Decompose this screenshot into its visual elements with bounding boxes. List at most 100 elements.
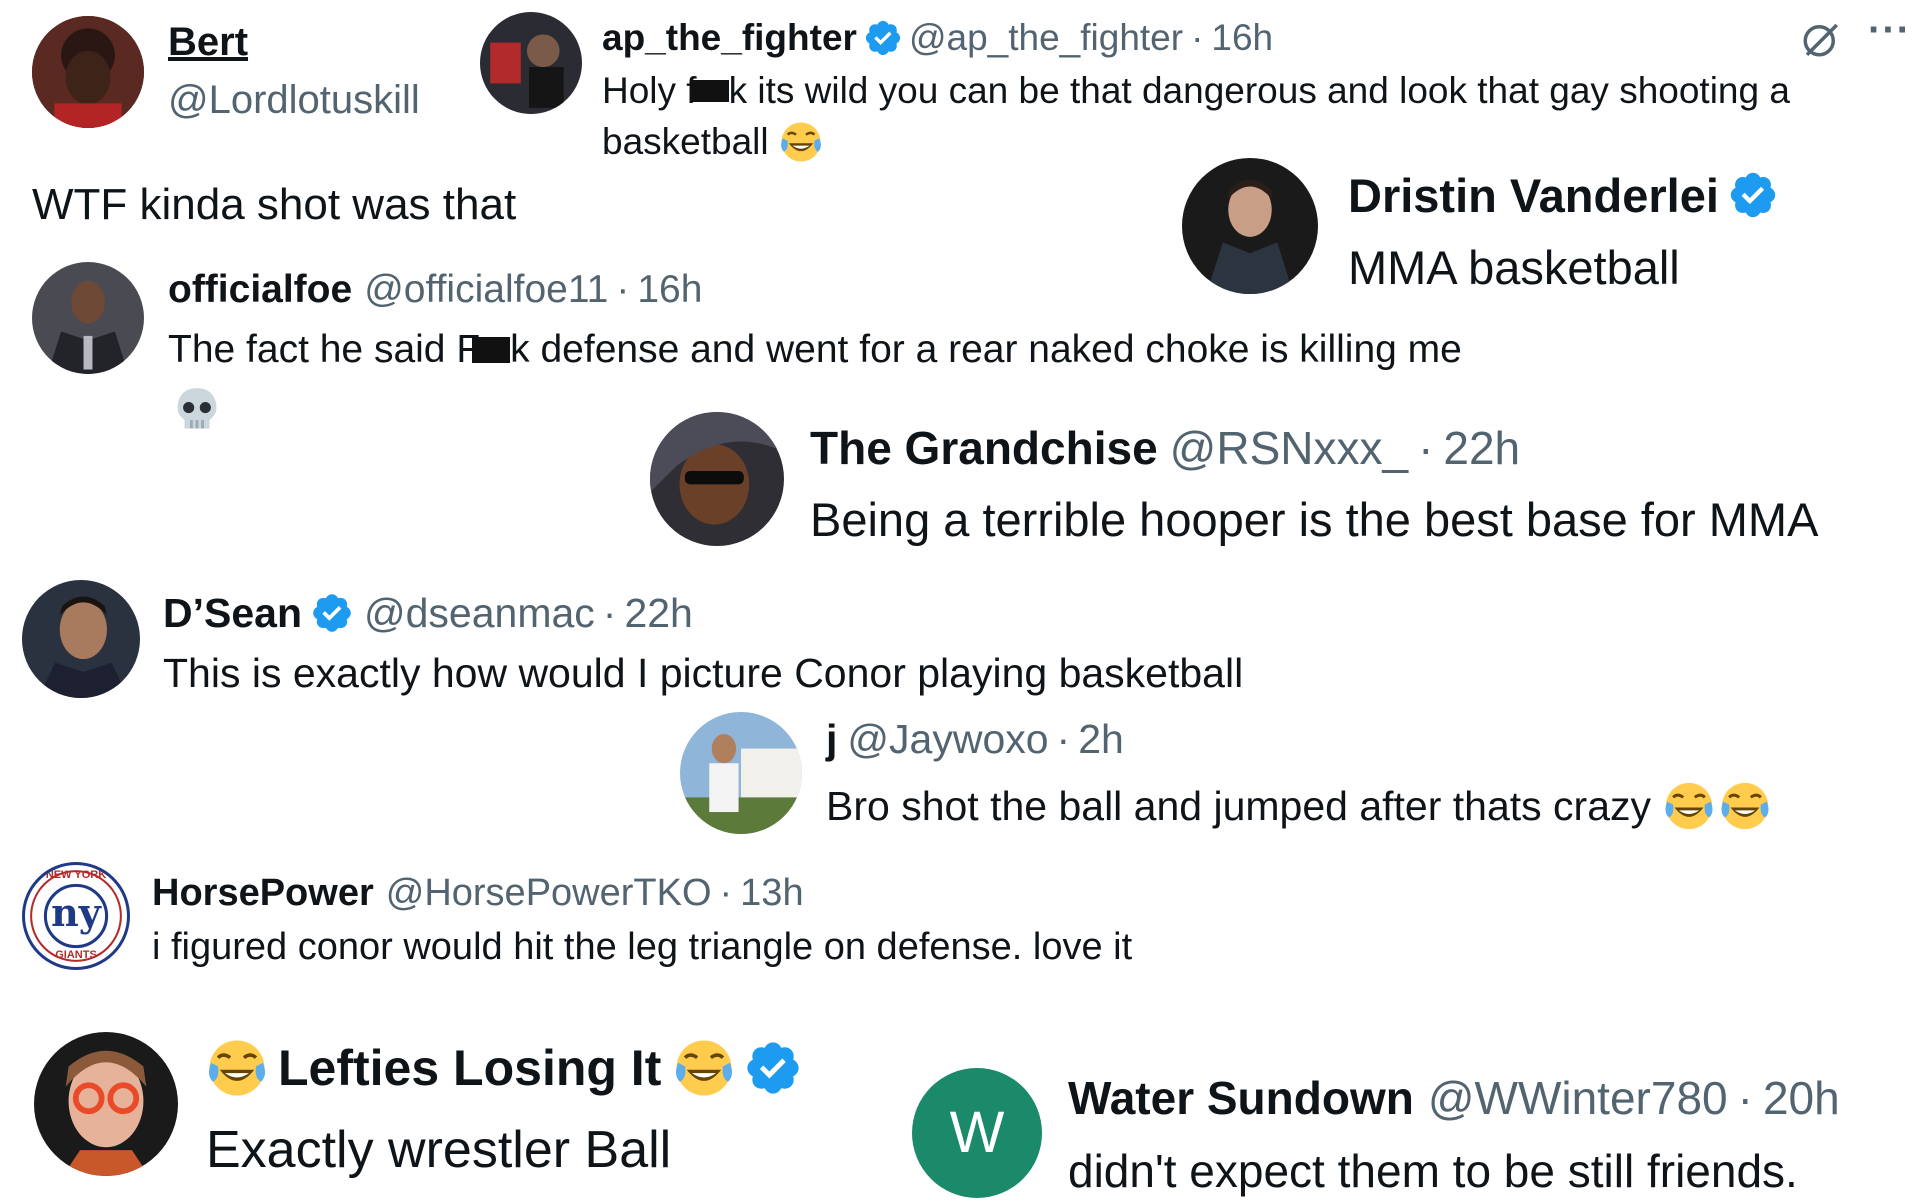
author-name[interactable]: ap_the_fighter — [602, 17, 857, 59]
post-text-part: k its wild you can be that dangerous and… — [728, 70, 1790, 111]
post-text-line-2: basketball — [602, 120, 823, 164]
post-header: Dristin Vanderlei — [1348, 166, 1779, 224]
post-text-part: k defense and went for a rear naked chok… — [510, 328, 1462, 371]
post-text: This is exactly how would I picture Cono… — [163, 650, 1244, 696]
censor-bar — [472, 337, 511, 363]
post-time[interactable]: 2h — [1078, 716, 1124, 763]
avatar[interactable] — [650, 412, 784, 546]
giants-logo-text: ny — [51, 890, 101, 935]
author-name[interactable]: HorsePower — [152, 872, 374, 915]
separator-dot: · — [1737, 1072, 1753, 1124]
separator-dot: · — [719, 871, 733, 914]
author-name[interactable]: Lefties Losing It — [278, 1039, 661, 1097]
post-water-sundown[interactable]: W Water Sundown @WWinter780 · 20h didn't… — [900, 1040, 1920, 1200]
avatar-image — [22, 580, 140, 698]
avatar-letter: W — [949, 1100, 1005, 1165]
post-header: j @Jaywoxo · 2h — [826, 714, 1124, 764]
author-name[interactable]: Bert — [168, 20, 248, 65]
giants-logo-ring-top: NEW YORK — [45, 869, 107, 881]
post-text-part: Holy f — [602, 70, 697, 111]
post-header: HorsePower @HorsePowerTKO · 13h — [152, 870, 804, 916]
post-the-grandchise[interactable]: The Grandchise @RSNxxx_ · 22h Being a te… — [640, 400, 1920, 560]
post-header: D’Sean @dseanmac · 22h — [163, 588, 693, 638]
author-handle[interactable]: @ap_the_fighter — [909, 17, 1183, 59]
censor-bar — [690, 80, 729, 102]
replies-collage: Bert @Lordlotuskill WTF kinda shot was t… — [0, 0, 1920, 1200]
author-name[interactable]: Water Sundown — [1068, 1071, 1414, 1125]
author-handle[interactable]: @dseanmac — [364, 590, 595, 637]
separator-dot: · — [602, 589, 617, 636]
post-time[interactable]: 16h — [1211, 17, 1273, 59]
skull-emoji — [177, 388, 217, 429]
post-j[interactable]: j @Jaywoxo · 2h Bro shot the ball and ju… — [670, 700, 1920, 840]
author-handle[interactable]: @Jaywoxo — [847, 716, 1048, 763]
verified-badge-icon — [310, 591, 354, 635]
post-time[interactable]: 16h — [637, 268, 702, 312]
post-dsean[interactable]: D’Sean @dseanmac · 22h This is exactly h… — [0, 570, 1400, 700]
post-text: WTF kinda shot was that — [32, 180, 517, 229]
post-text: i figured conor would hit the leg triang… — [152, 926, 1133, 968]
post-text: didn't expect them to be still friends. — [1068, 1145, 1798, 1197]
post-header: The Grandchise @RSNxxx_ · 22h — [810, 420, 1520, 476]
author-name[interactable]: officialfoe — [168, 268, 352, 312]
verified-badge-icon — [863, 18, 903, 58]
author-name[interactable]: The Grandchise — [810, 421, 1158, 475]
post-text: Bro shot the ball and jumped after thats… — [826, 780, 1771, 832]
post-header: Lefties Losing It — [206, 1036, 803, 1100]
avatar-image — [34, 1032, 178, 1176]
avatar[interactable]: W — [912, 1068, 1042, 1198]
tears-of-joy-emoji — [1719, 780, 1771, 832]
avatar[interactable] — [22, 580, 140, 698]
separator-dot: · — [1056, 715, 1071, 762]
post-text: Exactly wrestler Ball — [206, 1121, 672, 1179]
post-time[interactable]: 20h — [1763, 1071, 1840, 1125]
author-name[interactable]: j — [826, 716, 837, 763]
post-ap-the-fighter[interactable]: ap_the_fighter @ap_the_fighter · 16h ···… — [470, 0, 1920, 170]
tears-of-joy-emoji — [779, 120, 823, 164]
tears-of-joy-emoji — [673, 1037, 735, 1099]
separator-dot: · — [1418, 422, 1434, 474]
post-time[interactable]: 22h — [1443, 421, 1520, 475]
author-handle[interactable]: @officialfoe11 — [364, 268, 608, 312]
post-text: The fact he said F k defense and went fo… — [168, 328, 1462, 372]
avatar[interactable] — [32, 16, 144, 128]
author-handle[interactable]: @RSNxxx_ — [1170, 421, 1408, 475]
tears-of-joy-emoji — [1663, 780, 1715, 832]
author-handle[interactable]: @WWinter780 — [1428, 1071, 1728, 1125]
tears-of-joy-emoji — [206, 1037, 268, 1099]
avatar-image — [680, 712, 802, 834]
post-header: officialfoe @officialfoe11 · 16h — [168, 266, 702, 314]
post-lefties-losing-it[interactable]: Lefties Losing It Exactly wrestler Ball — [0, 1020, 880, 1200]
avatar[interactable] — [34, 1032, 178, 1176]
post-horsepower[interactable]: ny NEW YORK GIANTS HorsePower @HorsePowe… — [0, 850, 1300, 980]
giants-logo-ring-bottom: GIANTS — [55, 949, 97, 961]
post-text-part: The fact he said F — [168, 328, 481, 371]
avatar-image — [480, 12, 582, 114]
author-handle[interactable]: @HorsePowerTKO — [386, 872, 712, 915]
post-text-part: basketball — [602, 121, 769, 162]
post-time[interactable]: 13h — [740, 872, 803, 915]
avatar[interactable]: ny NEW YORK GIANTS — [22, 862, 130, 970]
avatar-image — [32, 262, 144, 374]
verified-badge-icon — [743, 1038, 803, 1098]
post-text: Holy f k its wild you can be that danger… — [602, 70, 1790, 112]
avatar[interactable] — [32, 262, 144, 374]
separator-dot: · — [616, 268, 630, 311]
avatar[interactable] — [680, 712, 802, 834]
grok-icon[interactable] — [1800, 18, 1842, 60]
author-handle[interactable]: @Lordlotuskill — [168, 78, 420, 123]
avatar-image — [32, 16, 144, 128]
post-text-part: Bro shot the ball and jumped after thats… — [826, 782, 1652, 829]
post-header: Water Sundown @WWinter780 · 20h — [1068, 1070, 1840, 1126]
avatar-image — [650, 412, 784, 546]
post-header: ap_the_fighter @ap_the_fighter · 16h — [602, 14, 1273, 62]
verified-badge-icon — [1727, 169, 1779, 221]
author-name[interactable]: Dristin Vanderlei — [1348, 168, 1719, 223]
more-icon[interactable]: ··· — [1868, 8, 1911, 53]
author-name[interactable]: D’Sean — [163, 590, 302, 637]
separator-dot: · — [1191, 17, 1204, 58]
post-bert[interactable]: Bert @Lordlotuskill WTF kinda shot was t… — [0, 0, 516, 230]
post-text: Being a terrible hooper is the best base… — [810, 493, 1819, 546]
avatar[interactable] — [480, 12, 582, 114]
post-time[interactable]: 22h — [624, 590, 692, 637]
